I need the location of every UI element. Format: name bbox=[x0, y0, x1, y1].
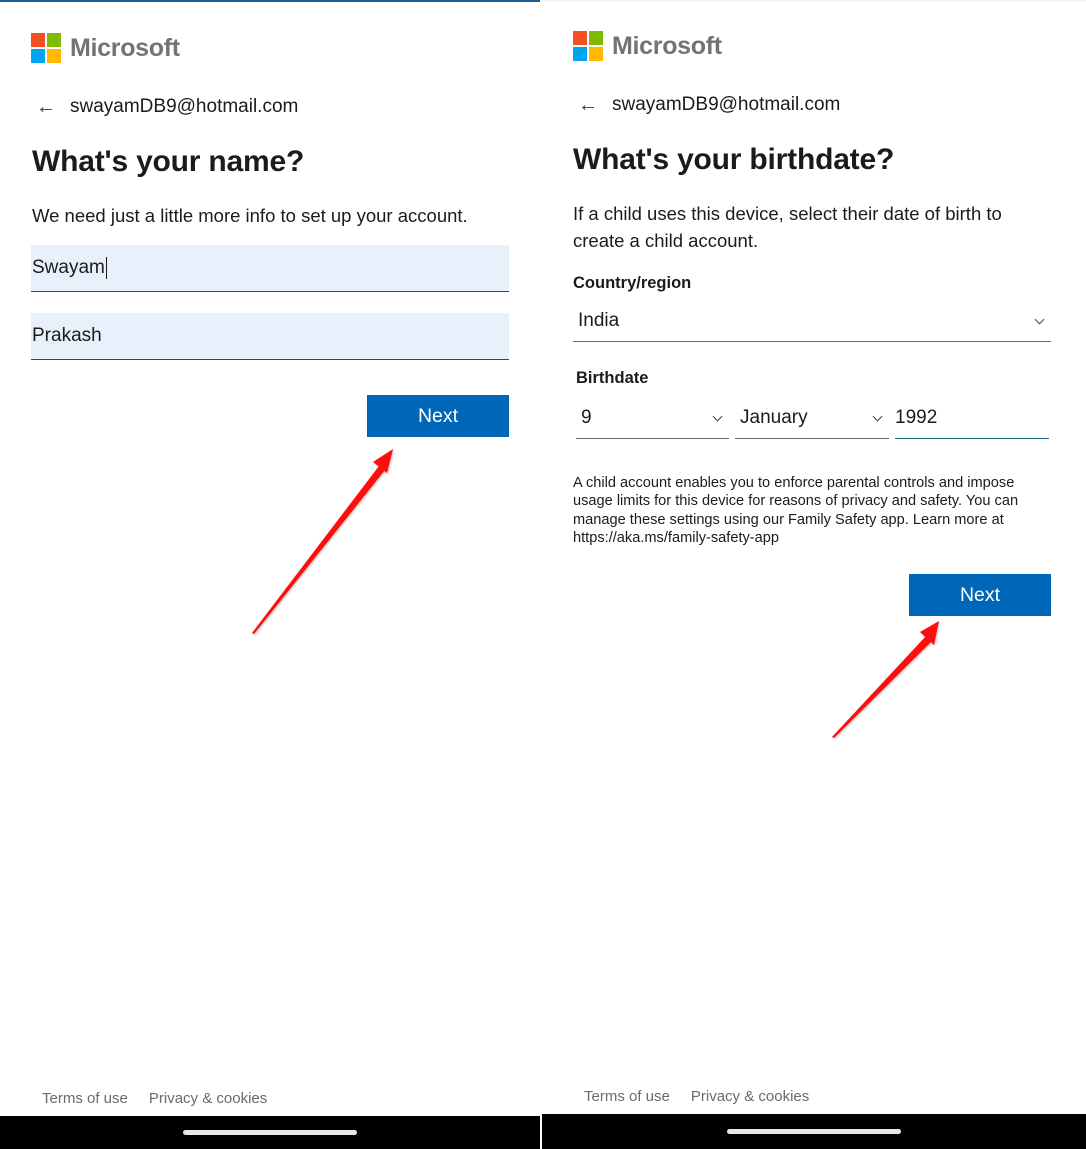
microsoft-logo: Microsoft bbox=[31, 33, 180, 63]
last-name-input[interactable]: Prakash bbox=[31, 313, 509, 360]
chevron-down-icon bbox=[873, 413, 883, 423]
country-value: India bbox=[578, 309, 620, 331]
country-select[interactable]: India bbox=[573, 300, 1051, 342]
page-description: If a child uses this device, select thei… bbox=[573, 203, 1002, 251]
progress-bar bbox=[542, 0, 1086, 2]
microsoft-logo-icon bbox=[31, 33, 61, 63]
annotation-arrow-shaft bbox=[252, 466, 385, 634]
first-name-value: Swayam bbox=[32, 257, 105, 278]
arrow-left-icon[interactable]: ← bbox=[36, 97, 60, 117]
birthdate-screen: Microsoft ← swayamDB9@hotmail.com What's… bbox=[542, 0, 1086, 1149]
text-cursor bbox=[105, 257, 108, 279]
country-label: Country/region bbox=[573, 274, 692, 292]
home-gesture-handle[interactable] bbox=[727, 1128, 901, 1134]
privacy-link[interactable]: Privacy & cookies bbox=[691, 1088, 809, 1105]
brand-name: Microsoft bbox=[70, 33, 180, 62]
next-button[interactable]: Next bbox=[367, 395, 509, 437]
privacy-link[interactable]: Privacy & cookies bbox=[149, 1090, 267, 1107]
progress-bar bbox=[0, 0, 540, 2]
child-account-info: A child account enables you to enforce p… bbox=[573, 475, 1019, 547]
chevron-down-icon bbox=[713, 413, 723, 423]
first-name-input[interactable]: Swayam bbox=[31, 245, 509, 292]
page-title: What's your name? bbox=[32, 145, 305, 178]
page-title: What's your birthdate? bbox=[573, 143, 895, 176]
arrow-left-icon[interactable]: ← bbox=[578, 95, 602, 115]
home-gesture-handle[interactable] bbox=[183, 1129, 357, 1135]
brand-name: Microsoft bbox=[612, 31, 722, 60]
annotation-arrow-shaft bbox=[832, 636, 932, 738]
last-name-value: Prakash bbox=[32, 325, 102, 346]
day-select[interactable]: 9 bbox=[576, 397, 729, 439]
page-description: We need just a little more info to set u… bbox=[32, 205, 468, 226]
account-email: swayamDB9@hotmail.com bbox=[70, 96, 299, 117]
year-value: 1992 bbox=[895, 406, 938, 428]
month-select[interactable]: January bbox=[735, 397, 889, 439]
birthdate-label: Birthdate bbox=[576, 369, 649, 387]
terms-link[interactable]: Terms of use bbox=[42, 1090, 128, 1107]
system-navigation-bar bbox=[542, 1114, 1086, 1149]
terms-link[interactable]: Terms of use bbox=[584, 1088, 670, 1105]
name-screen: Microsoft ← swayamDB9@hotmail.com What's… bbox=[0, 0, 540, 1149]
footer-links: Terms of use Privacy & cookies bbox=[42, 1090, 267, 1107]
day-value: 9 bbox=[581, 406, 592, 428]
chevron-down-icon bbox=[1035, 316, 1045, 326]
back-to-email[interactable]: ← swayamDB9@hotmail.com bbox=[578, 94, 840, 116]
year-input[interactable]: 1992 bbox=[895, 397, 1049, 439]
next-button[interactable]: Next bbox=[909, 574, 1051, 616]
back-to-email[interactable]: ← swayamDB9@hotmail.com bbox=[36, 96, 298, 118]
microsoft-logo: Microsoft bbox=[573, 31, 722, 61]
microsoft-logo-icon bbox=[573, 31, 603, 61]
system-navigation-bar bbox=[0, 1116, 540, 1149]
account-email: swayamDB9@hotmail.com bbox=[612, 94, 841, 115]
annotation-arrow-head bbox=[373, 449, 393, 473]
month-value: January bbox=[740, 406, 808, 428]
footer-links: Terms of use Privacy & cookies bbox=[584, 1088, 809, 1105]
annotation-arrow-head bbox=[920, 621, 939, 645]
